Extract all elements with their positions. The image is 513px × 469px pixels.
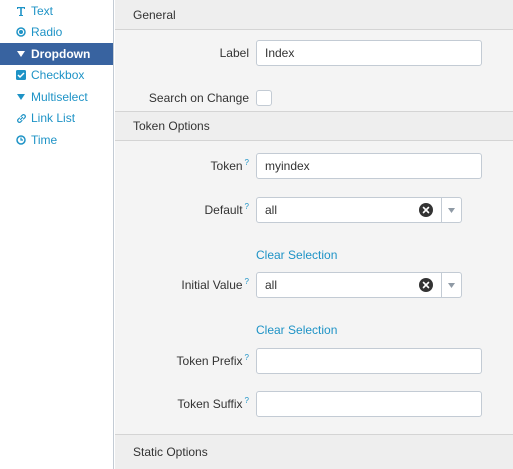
sidebar-item-link-list[interactable]: Link List: [0, 108, 113, 130]
default-row: Default? all: [115, 196, 513, 224]
field-label: Token Prefix?: [176, 353, 249, 369]
sidebar-item-label: Time: [31, 132, 58, 147]
token-suffix-input[interactable]: [256, 391, 482, 417]
field-label: Label: [219, 46, 249, 60]
help-icon[interactable]: ?: [245, 353, 249, 362]
default-select[interactable]: all: [256, 197, 462, 223]
sidebar-item-label: Link List: [31, 111, 76, 126]
token-prefix-input[interactable]: [256, 348, 482, 374]
field-label: Default?: [204, 202, 249, 218]
initial-value-select[interactable]: all: [256, 272, 462, 298]
field-label: Initial Value?: [181, 277, 249, 293]
label-input-value: Index: [265, 46, 295, 60]
search-on-change-checkbox[interactable]: [256, 90, 272, 106]
token-prefix-row: Token Prefix?: [115, 347, 513, 375]
sidebar-item-text[interactable]: Text: [0, 0, 113, 22]
sidebar-item-time[interactable]: Time: [0, 129, 113, 151]
initial-value-row: Initial Value? all: [115, 271, 513, 299]
sidebar-item-label: Checkbox: [31, 68, 85, 83]
sidebar-item-checkbox[interactable]: Checkbox: [0, 65, 113, 87]
input-type-sidebar: Text Radio Dropdown Checkbox Multiselect…: [0, 0, 114, 469]
token-input-value: myindex: [265, 159, 310, 173]
caret-down-icon: [14, 93, 28, 100]
token-label: Token: [210, 159, 243, 173]
sidebar-item-radio[interactable]: Radio: [0, 22, 113, 44]
link-icon: [14, 113, 28, 124]
token-row: Token? myindex: [115, 152, 513, 180]
token-suffix-row: Token Suffix?: [115, 390, 513, 418]
search-on-change-row: Search on Change: [115, 88, 513, 108]
section-header-token-options: Token Options: [115, 111, 513, 141]
text-icon: [14, 6, 28, 16]
section-header-static-options: Static Options: [115, 434, 513, 469]
caret-down-icon: [14, 50, 28, 57]
help-icon[interactable]: ?: [245, 277, 249, 286]
default-clear-selection-link[interactable]: Clear Selection: [256, 248, 337, 262]
sidebar-item-label: Text: [31, 3, 54, 18]
help-icon[interactable]: ?: [245, 158, 249, 167]
initial-value-select-value: all: [265, 278, 278, 292]
initial-clear-selection-link[interactable]: Clear Selection: [256, 323, 337, 337]
sidebar-item-label: Multiselect: [31, 89, 88, 104]
sidebar-item-label: Dropdown: [31, 46, 91, 61]
token-input[interactable]: myindex: [256, 153, 482, 179]
sidebar-item-dropdown[interactable]: Dropdown: [0, 43, 113, 65]
initial-value-label: Initial Value: [181, 278, 243, 292]
field-label: Search on Change: [148, 91, 249, 105]
clock-icon: [14, 135, 28, 145]
field-label: Token Suffix?: [177, 396, 249, 412]
default-select-value: all: [265, 203, 278, 217]
radio-icon: [14, 27, 28, 37]
default-label: Default: [204, 203, 243, 217]
sidebar-item-multiselect[interactable]: Multiselect: [0, 86, 113, 108]
chevron-down-icon[interactable]: [441, 198, 461, 222]
chevron-down-icon[interactable]: [441, 273, 461, 297]
sidebar-item-label: Radio: [31, 25, 63, 40]
label-input[interactable]: Index: [256, 40, 482, 66]
help-icon[interactable]: ?: [245, 202, 249, 211]
clear-icon[interactable]: [419, 278, 433, 292]
checkbox-icon: [14, 70, 28, 81]
help-icon[interactable]: ?: [245, 396, 249, 405]
label-row: Label Index: [115, 39, 513, 67]
token-suffix-label: Token Suffix: [177, 397, 243, 411]
clear-icon[interactable]: [419, 203, 433, 217]
token-prefix-label: Token Prefix: [176, 354, 243, 368]
section-header-general: General: [115, 0, 513, 30]
form-panel: General Label Index Search on Change Tok…: [115, 0, 513, 469]
field-label: Token?: [210, 158, 249, 174]
